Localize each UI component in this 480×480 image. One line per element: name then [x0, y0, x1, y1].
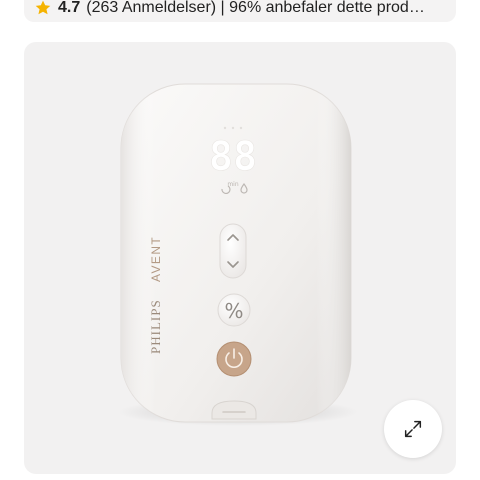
mode-button: %: [217, 293, 251, 327]
rating-summary-bar[interactable]: 4.7 (263 Anmeldelser) | 96% anbefaler de…: [24, 0, 456, 22]
star-icon: [35, 0, 51, 15]
brand-avent: AVENT: [149, 236, 163, 282]
level-rocker-button: [219, 223, 247, 279]
expand-image-button[interactable]: [384, 400, 442, 458]
expand-arrows-icon: [404, 420, 422, 438]
rating-score: 4.7: [58, 0, 81, 16]
percent-icon: %: [224, 299, 243, 323]
power-button: [216, 341, 252, 377]
brand-philips: PHILIPS: [148, 299, 163, 354]
product-image-panel: 88 min % PHILIPS AVENT: [24, 42, 456, 474]
display-digits: 88: [209, 134, 257, 180]
bottom-connector: [211, 400, 257, 420]
rating-summary-text: (263 Anmeldelser) | 96% anbefaler dette …: [86, 0, 425, 16]
